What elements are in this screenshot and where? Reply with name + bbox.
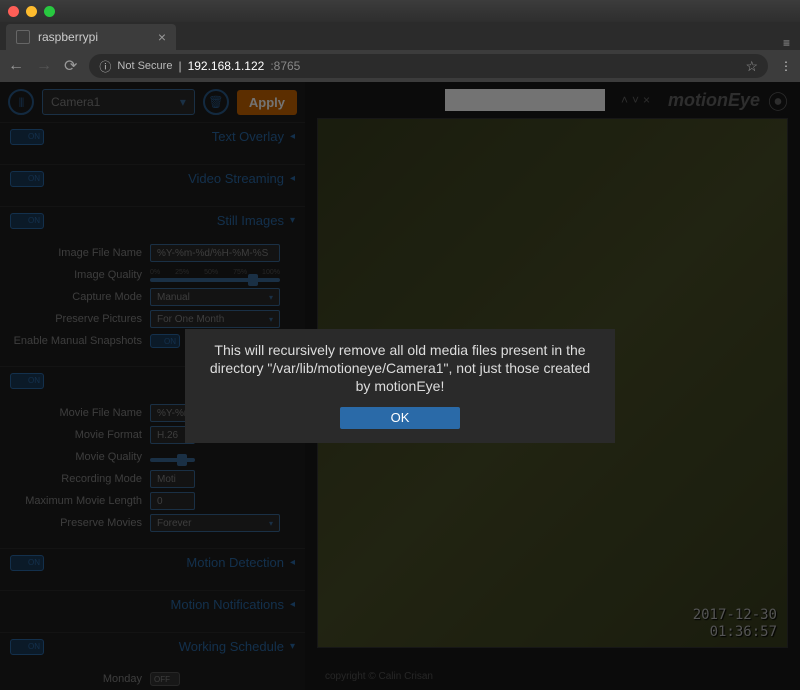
tab-title: raspberrypi — [38, 30, 98, 44]
window-minimize-icon[interactable] — [26, 6, 37, 17]
nav-back-icon[interactable]: ← — [8, 57, 24, 75]
browser-system-icons: ≡ — [773, 36, 800, 50]
favicon-icon — [16, 30, 30, 44]
modal-ok-button[interactable]: OK — [340, 407, 460, 429]
confirm-modal: This will recursively remove all old med… — [185, 329, 615, 444]
window-titlebar — [0, 0, 800, 22]
window-maximize-icon[interactable] — [44, 6, 55, 17]
browser-menu-icon[interactable]: ⋮ — [780, 59, 792, 73]
browser-tab[interactable]: raspberrypi × — [6, 24, 176, 50]
nav-forward-icon: → — [36, 57, 52, 75]
modal-overlay: This will recursively remove all old med… — [0, 82, 800, 690]
nav-reload-icon[interactable]: ⟳ — [64, 56, 77, 76]
browser-url-bar: ← → ⟳ ⓘ Not Secure | 192.168.1.122:8765 … — [0, 50, 800, 82]
tab-close-icon[interactable]: × — [158, 29, 166, 45]
window-close-icon[interactable] — [8, 6, 19, 17]
bookmark-icon[interactable]: ☆ — [745, 58, 758, 75]
browser-tab-bar: raspberrypi × ≡ — [0, 22, 800, 50]
url-field[interactable]: ⓘ Not Secure | 192.168.1.122:8765 ☆ — [89, 54, 768, 78]
url-port: :8765 — [270, 59, 300, 73]
info-icon: ⓘ — [99, 58, 111, 75]
security-label: Not Secure — [117, 60, 172, 72]
url-host: 192.168.1.122 — [188, 59, 265, 73]
modal-text: This will recursively remove all old med… — [201, 341, 599, 396]
